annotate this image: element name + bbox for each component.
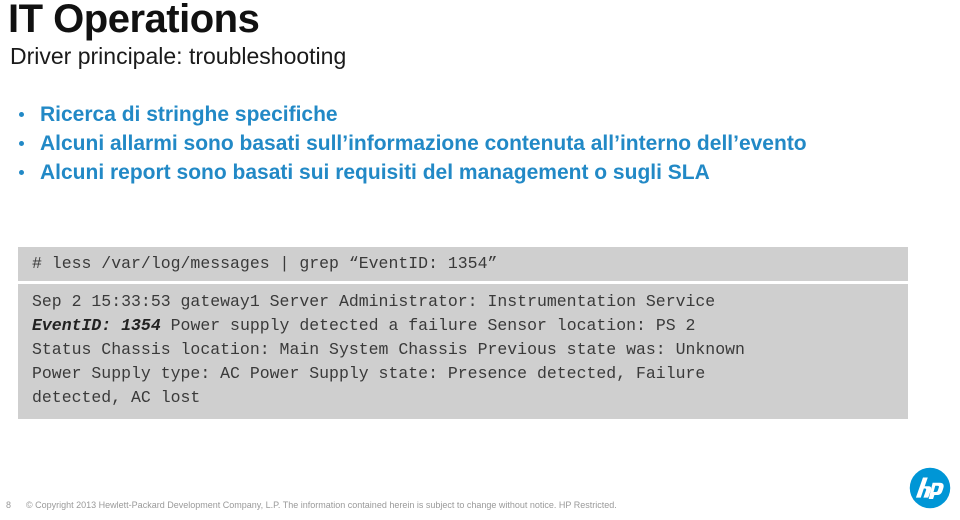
bullet-dot-icon: [19, 141, 24, 146]
slide-canvas: IT Operations Driver principale: trouble…: [0, 0, 960, 520]
terminal-output-line: Sep 2 15:33:53 gateway1 Server Administr…: [32, 290, 908, 314]
list-item-label: Ricerca di stringhe specifiche: [40, 103, 338, 126]
hp-logo: [908, 466, 952, 510]
terminal-output-line: Status Chassis location: Main System Cha…: [32, 338, 908, 362]
terminal-output-line: Power Supply type: AC Power Supply state…: [32, 362, 908, 386]
eventid-highlight: EventID: 1354: [32, 316, 161, 335]
list-item: Alcuni allarmi sono basati sull’informaz…: [8, 129, 952, 158]
page-title: IT Operations: [8, 0, 260, 41]
list-item-label: Alcuni report sono basati sui requisiti …: [40, 161, 710, 184]
bullet-dot-icon: [19, 170, 24, 175]
footer-copyright: © Copyright 2013 Hewlett-Packard Develop…: [26, 500, 617, 510]
terminal-output-text: Sep 2 15:33:53 gateway1 Server Administr…: [32, 292, 716, 311]
terminal-output-line: EventID: 1354 Power supply detected a fa…: [32, 314, 908, 338]
terminal-command-text: # less /var/log/messages | grep “EventID…: [32, 254, 498, 273]
terminal-output-text: Power Supply type: AC Power Supply state…: [32, 364, 706, 383]
footer-page-number: 8: [6, 500, 12, 510]
list-item: Alcuni report sono basati sui requisiti …: [8, 158, 952, 187]
terminal-command-block: # less /var/log/messages | grep “EventID…: [18, 247, 908, 281]
list-item: Ricerca di stringhe specifiche: [8, 100, 952, 129]
list-item-label: Alcuni allarmi sono basati sull’informaz…: [40, 132, 807, 155]
bullet-list: Ricerca di stringhe specifiche Alcuni al…: [8, 100, 952, 187]
terminal-output-text: Power supply detected a failure Sensor l…: [160, 316, 696, 335]
terminal-output-text: detected, AC lost: [32, 388, 201, 407]
terminal-output-text: Status Chassis location: Main System Cha…: [32, 340, 745, 359]
bullet-dot-icon: [19, 112, 24, 117]
hp-logo-icon: [909, 467, 951, 509]
terminal-output-line: detected, AC lost: [32, 386, 908, 410]
terminal-output-block: Sep 2 15:33:53 gateway1 Server Administr…: [18, 284, 908, 419]
page-subtitle: Driver principale: troubleshooting: [10, 43, 347, 69]
